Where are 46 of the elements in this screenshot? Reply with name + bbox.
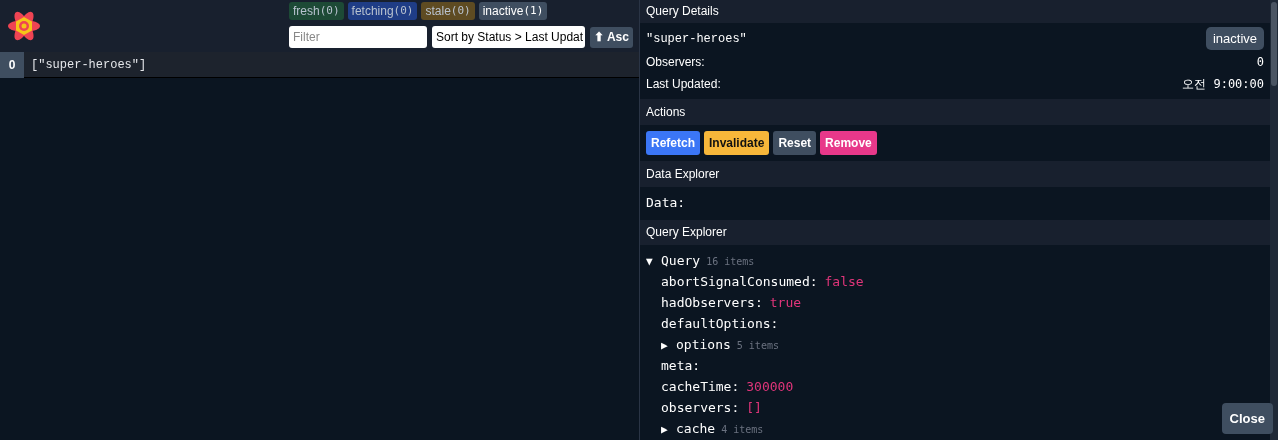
status-filter-badge[interactable]: stale(0) bbox=[421, 2, 475, 20]
expand-arrow-icon: ▶ bbox=[661, 422, 671, 439]
section-header: Actions bbox=[640, 98, 1270, 126]
sort-dropdown[interactable]: Sort by Status > Last Updat bbox=[432, 26, 585, 48]
close-button[interactable]: Close bbox=[1221, 402, 1273, 434]
item-count: 16 items bbox=[706, 255, 755, 269]
query-row[interactable]: 0 ["super-heroes"] bbox=[0, 52, 639, 78]
tree-value: false bbox=[824, 273, 864, 291]
status-badge: inactive bbox=[1205, 26, 1264, 51]
section-header: Query Details bbox=[640, 0, 1270, 23]
field-label: Observers: bbox=[646, 53, 705, 71]
sort-order-button[interactable]: ⬆ Asc bbox=[590, 26, 633, 48]
action-button[interactable]: Reset bbox=[773, 131, 817, 156]
tree-key[interactable]: Query bbox=[661, 251, 701, 271]
item-count: 5 items bbox=[736, 339, 779, 353]
section-header: Data Explorer bbox=[640, 161, 1270, 187]
expand-arrow-icon: ▼ bbox=[646, 254, 656, 271]
field-value: 0 bbox=[1256, 53, 1264, 71]
item-count: 4 items bbox=[721, 423, 764, 437]
query-key: ["super-heroes"] bbox=[31, 55, 147, 74]
status-filter-badge[interactable]: inactive(1) bbox=[478, 2, 548, 20]
status-filter-badge[interactable]: fresh(0) bbox=[289, 2, 344, 20]
section-header: Query Explorer bbox=[640, 219, 1270, 245]
action-button[interactable]: Invalidate bbox=[704, 131, 770, 156]
tree-key: observers: bbox=[661, 398, 740, 418]
status-filter-badge[interactable]: fetching(0) bbox=[347, 2, 418, 20]
tree-key: abortSignalConsumed: bbox=[661, 272, 818, 292]
tree-key[interactable]: cache bbox=[676, 419, 716, 439]
tree-key: cacheTime: bbox=[661, 377, 740, 397]
observer-count: 0 bbox=[0, 51, 24, 78]
tree-key: hadObservers: bbox=[661, 293, 763, 313]
tree-value: true bbox=[769, 294, 802, 312]
tree-value: 300000 bbox=[746, 378, 794, 396]
tree-key[interactable]: options bbox=[676, 335, 731, 355]
query-key: "super-heroes" bbox=[646, 29, 747, 48]
action-button[interactable]: Refetch bbox=[646, 131, 700, 156]
tree-value: [] bbox=[746, 399, 762, 417]
action-button[interactable]: Remove bbox=[820, 131, 877, 156]
filter-field[interactable]: Filter bbox=[289, 26, 427, 48]
field-label: Last Updated: bbox=[646, 75, 721, 93]
data-label: Data: bbox=[646, 194, 686, 213]
expand-arrow-icon: ▶ bbox=[661, 338, 671, 355]
field-value: 오전 9:00:00 bbox=[1182, 75, 1264, 93]
scrollbar[interactable] bbox=[1270, 0, 1278, 440]
tree-key: meta: bbox=[661, 356, 701, 376]
tree-key: defaultOptions: bbox=[661, 314, 779, 334]
